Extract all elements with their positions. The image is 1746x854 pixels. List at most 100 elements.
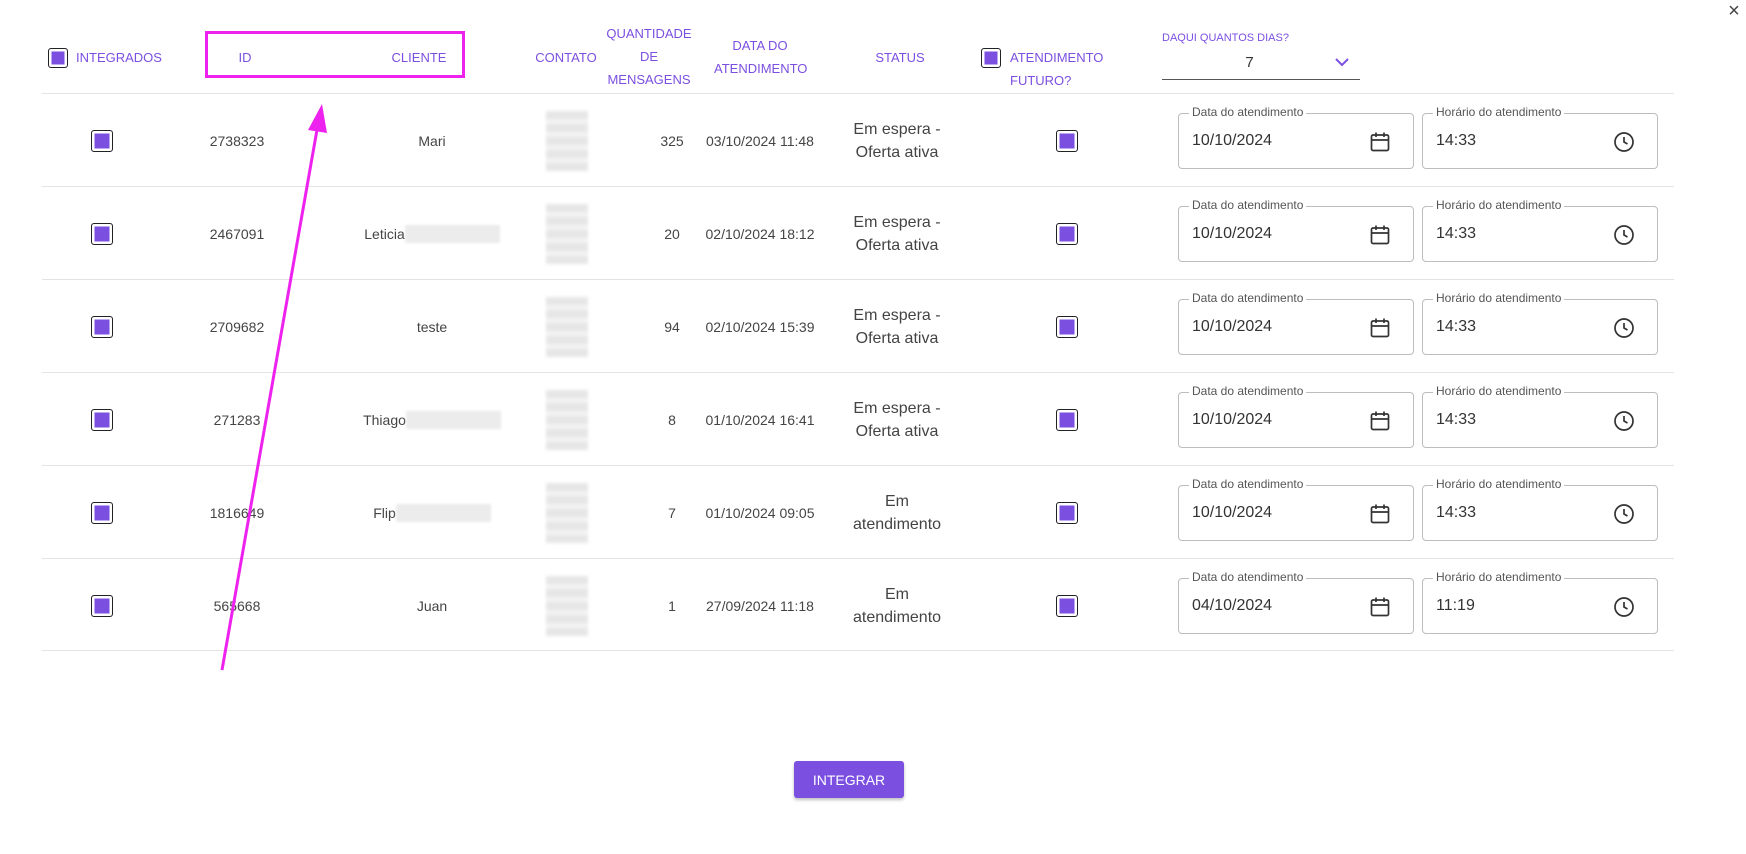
- row-status: Em espera - Oferta ativa: [853, 213, 941, 254]
- row-status: Em espera - Oferta ativa: [853, 306, 941, 347]
- row-contato: [532, 94, 602, 187]
- horario-atendimento-field[interactable]: Horário do atendimento 11:19: [1422, 570, 1658, 634]
- row-status: Em atendimento: [852, 585, 942, 626]
- calendar-icon[interactable]: [1369, 131, 1391, 153]
- row-cliente: Leticia: [322, 187, 542, 280]
- row-contato: [532, 187, 602, 280]
- cliente-name: Leticia: [364, 225, 405, 242]
- data-atendimento-label: Data do atendimento: [1189, 105, 1307, 119]
- table-row: 2467091 Leticia 20 02/10/2024 18:12 Em e…: [42, 186, 1674, 279]
- data-atendimento-field[interactable]: Data do atendimento 10/10/2024: [1178, 477, 1414, 541]
- calendar-icon[interactable]: [1369, 596, 1391, 618]
- horario-atendimento-field[interactable]: Horário do atendimento 14:33: [1422, 291, 1658, 355]
- redacted-contato: [546, 110, 588, 171]
- atendimento-futuro-checkbox[interactable]: [1056, 129, 1078, 152]
- horario-atendimento-label: Horário do atendimento: [1433, 291, 1565, 305]
- row-cliente: Thiago: [322, 373, 542, 466]
- clock-icon[interactable]: [1613, 596, 1635, 618]
- row-mensagens: 20: [664, 225, 680, 242]
- integrado-checkbox[interactable]: [91, 315, 113, 338]
- row-status: Em espera - Oferta ativa: [853, 120, 941, 161]
- header-data-atendimento: DATA DO ATENDIMENTO: [714, 38, 808, 76]
- redacted-name: [395, 503, 491, 522]
- dias-select[interactable]: 7: [1162, 50, 1360, 80]
- row-contato: [532, 280, 602, 373]
- atendimento-futuro-checkbox[interactable]: [1056, 222, 1078, 245]
- redacted-name: [405, 410, 501, 429]
- horario-atendimento-field[interactable]: Horário do atendimento 14:33: [1422, 384, 1658, 448]
- data-atendimento-field[interactable]: Data do atendimento 04/10/2024: [1178, 570, 1414, 634]
- row-mensagens: 94: [664, 318, 680, 335]
- row-mensagens: 7: [668, 504, 676, 521]
- calendar-icon[interactable]: [1369, 410, 1391, 432]
- data-atendimento-value: 10/10/2024: [1192, 225, 1273, 242]
- atendimento-futuro-checkbox[interactable]: [1056, 408, 1078, 431]
- clock-icon[interactable]: [1613, 317, 1635, 339]
- row-status: Em atendimento: [852, 492, 942, 533]
- calendar-icon[interactable]: [1369, 224, 1391, 246]
- calendar-icon[interactable]: [1369, 503, 1391, 525]
- chevron-down-icon[interactable]: [1334, 54, 1350, 70]
- integrar-button[interactable]: INTEGRAR: [794, 761, 904, 798]
- data-atendimento-label: Data do atendimento: [1189, 198, 1307, 212]
- redacted-contato: [546, 482, 588, 543]
- redacted-contato: [546, 389, 588, 450]
- data-atendimento-field[interactable]: Data do atendimento 10/10/2024: [1178, 198, 1414, 262]
- row-data: 03/10/2024 11:48: [706, 132, 814, 149]
- cliente-name: Flip: [373, 504, 396, 521]
- horario-atendimento-value: 14:33: [1436, 411, 1477, 428]
- cliente-name: Thiago: [363, 411, 406, 428]
- horario-atendimento-value: 14:33: [1436, 318, 1477, 335]
- data-atendimento-label: Data do atendimento: [1189, 477, 1307, 491]
- data-atendimento-field[interactable]: Data do atendimento 10/10/2024: [1178, 105, 1414, 169]
- atendimento-futuro-select-all-checkbox[interactable]: [981, 48, 1001, 68]
- row-id: 1816649: [209, 504, 265, 521]
- header-atendimento-futuro: ATENDIMENTO FUTURO?: [1010, 50, 1104, 88]
- header-status: STATUS: [875, 50, 925, 65]
- row-contato: [532, 466, 602, 559]
- redacted-contato: [546, 575, 588, 636]
- clock-icon[interactable]: [1613, 410, 1635, 432]
- row-id: 271283: [213, 411, 261, 428]
- header-contato: CONTATO: [535, 50, 597, 65]
- row-status: Em espera - Oferta ativa: [853, 399, 941, 440]
- cliente-name: Mari: [418, 132, 446, 149]
- row-cliente: Juan: [322, 559, 542, 652]
- dias-value: 7: [1245, 54, 1254, 71]
- row-data: 01/10/2024 09:05: [705, 504, 815, 521]
- horario-atendimento-label: Horário do atendimento: [1433, 198, 1565, 212]
- calendar-icon[interactable]: [1369, 317, 1391, 339]
- data-atendimento-field[interactable]: Data do atendimento 10/10/2024: [1178, 384, 1414, 448]
- header-integrados: INTEGRADOS: [76, 50, 162, 65]
- atendimento-futuro-checkbox[interactable]: [1056, 594, 1078, 617]
- table-body: 2738323 Mari 325 03/10/2024 11:48 Em esp…: [42, 93, 1674, 651]
- row-cliente: teste: [322, 280, 542, 373]
- horario-atendimento-value: 14:33: [1436, 225, 1477, 242]
- table-row: 565668 Juan 1 27/09/2024 11:18 Em atendi…: [42, 558, 1674, 651]
- row-cliente: Mari: [322, 94, 542, 187]
- clock-icon[interactable]: [1613, 224, 1635, 246]
- integrados-select-all-checkbox[interactable]: [48, 48, 68, 68]
- clock-icon[interactable]: [1613, 131, 1635, 153]
- data-atendimento-field[interactable]: Data do atendimento 10/10/2024: [1178, 291, 1414, 355]
- clock-icon[interactable]: [1613, 503, 1635, 525]
- integrado-checkbox[interactable]: [91, 129, 113, 152]
- horario-atendimento-field[interactable]: Horário do atendimento 14:33: [1422, 198, 1658, 262]
- atendimento-futuro-checkbox[interactable]: [1056, 315, 1078, 338]
- integrado-checkbox[interactable]: [91, 408, 113, 431]
- horario-atendimento-field[interactable]: Horário do atendimento 14:33: [1422, 477, 1658, 541]
- atendimento-futuro-checkbox[interactable]: [1056, 501, 1078, 524]
- table-row: 1816649 Flip 7 01/10/2024 09:05 Em atend…: [42, 465, 1674, 558]
- annotation-highlight-box: [205, 31, 465, 78]
- data-atendimento-value: 10/10/2024: [1192, 504, 1273, 521]
- integrado-checkbox[interactable]: [91, 594, 113, 617]
- row-data: 01/10/2024 16:41: [705, 411, 815, 428]
- integrado-checkbox[interactable]: [91, 501, 113, 524]
- data-atendimento-value: 10/10/2024: [1192, 132, 1273, 149]
- integrado-checkbox[interactable]: [91, 222, 113, 245]
- row-id: 565668: [213, 597, 261, 614]
- row-cliente: Flip: [322, 466, 542, 559]
- horario-atendimento-field[interactable]: Horário do atendimento 14:33: [1422, 105, 1658, 169]
- horario-atendimento-value: 14:33: [1436, 504, 1477, 521]
- table-row: 2738323 Mari 325 03/10/2024 11:48 Em esp…: [42, 93, 1674, 186]
